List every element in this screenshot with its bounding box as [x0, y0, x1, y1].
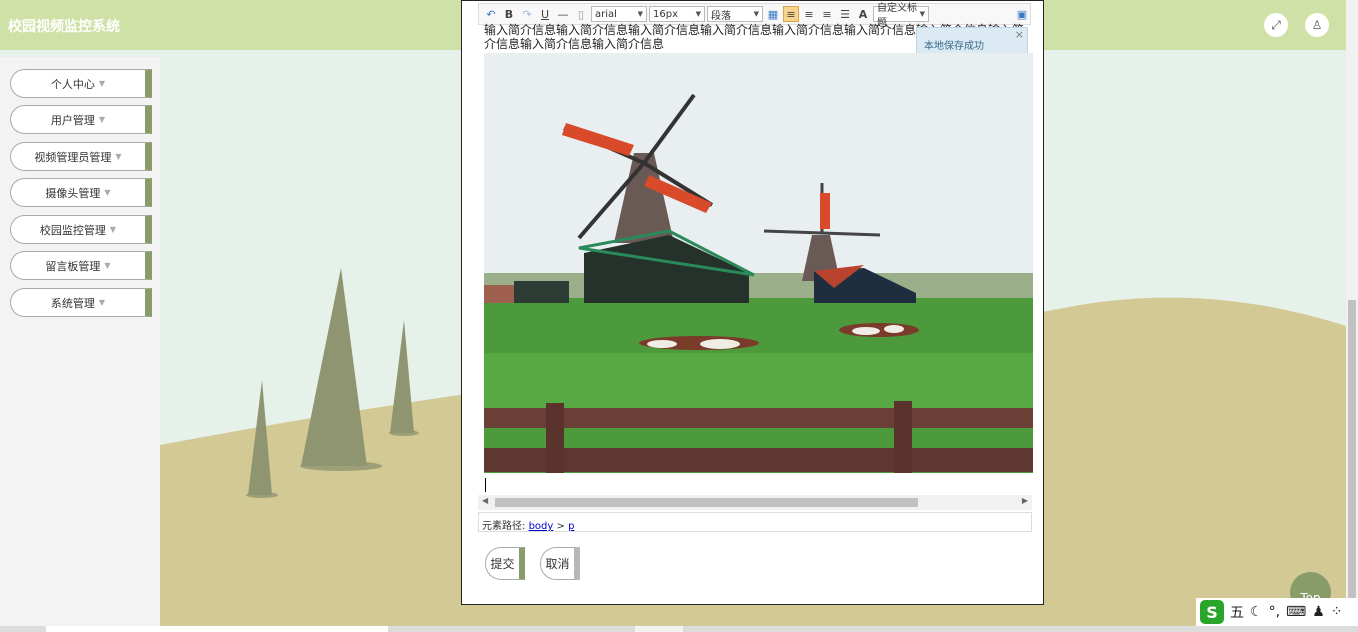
- redo-icon[interactable]: ↷: [519, 6, 535, 22]
- submit-button[interactable]: 提交: [485, 547, 525, 580]
- sidebar: 个人中心 ▼ 用户管理 ▼ 视频管理员管理 ▼ 摄像头管理 ▼ 校园监控管理 ▼ 留言板管…: [0, 57, 160, 632]
- sidebar-item-system[interactable]: 系统管理 ▼: [10, 288, 152, 317]
- paragraph-select[interactable]: 段落 ▼: [707, 6, 763, 22]
- editor-toolbar: ↶ B ↷ U — ▯ arial ▼ 16px ▼ 段落 ▼ ▦ ≡ ≡ ≡ ☰ A…: [478, 3, 1031, 29]
- undo-icon[interactable]: ↶: [483, 6, 499, 22]
- chevron-down-icon: ▼: [753, 10, 759, 18]
- sidebar-item-label: 摄像头管理: [45, 186, 101, 200]
- ime-mode[interactable]: 五: [1230, 602, 1244, 622]
- font-color-icon[interactable]: A: [855, 6, 871, 22]
- font-size-select[interactable]: 16px ▼: [649, 6, 705, 22]
- text-cursor: [485, 478, 486, 492]
- scrollbar-thumb[interactable]: [495, 498, 918, 507]
- sogou-logo-icon[interactable]: S: [1200, 600, 1224, 624]
- sidebar-item-label: 留言板管理: [45, 259, 101, 273]
- fullscreen-button[interactable]: ⤢: [1264, 13, 1288, 37]
- paragraph-value: 段落: [711, 10, 731, 22]
- path-label: 元素路径:: [482, 521, 526, 532]
- preview-icon[interactable]: ▣: [1014, 6, 1030, 22]
- caret-down-icon: ▼: [109, 225, 117, 234]
- ime-toolbar: S 五 ☾ °, ⌨ ♟ ⁘: [1196, 598, 1358, 626]
- sidebar-item-campus-monitor[interactable]: 校园监控管理 ▼: [10, 215, 152, 244]
- cancel-button[interactable]: 取消: [540, 547, 580, 580]
- custom-title-select[interactable]: 自定义标题 ▼: [873, 3, 929, 29]
- keyboard-icon[interactable]: ⌨: [1286, 604, 1306, 620]
- chevron-down-icon: ▼: [637, 10, 643, 18]
- sidebar-item-message-board[interactable]: 留言板管理 ▼: [10, 251, 152, 280]
- chevron-down-icon: ▼: [695, 10, 701, 18]
- windmill-image: [484, 53, 1033, 473]
- font-family-value: arial: [595, 8, 617, 20]
- scroll-right-icon[interactable]: ▶: [1022, 496, 1028, 505]
- document-icon[interactable]: ▯: [573, 6, 589, 22]
- element-path-bar: 元素路径: body > p: [478, 512, 1032, 532]
- toast-message: 本地保存成功: [924, 41, 984, 52]
- sidebar-item-video-admin[interactable]: 视频管理员管理 ▼: [10, 142, 152, 171]
- apps-icon[interactable]: ⁘: [1331, 604, 1343, 620]
- align-justify-icon[interactable]: ☰: [837, 6, 853, 22]
- sidebar-item-label: 用户管理: [50, 113, 95, 127]
- moon-icon[interactable]: ☾: [1250, 604, 1263, 620]
- page-scrollbar[interactable]: [1346, 0, 1358, 632]
- user-icon: ♙: [1311, 18, 1323, 32]
- punctuation-icon[interactable]: °,: [1269, 604, 1280, 620]
- sidebar-item-label: 系统管理: [50, 296, 95, 310]
- align-right-icon[interactable]: ≡: [801, 6, 817, 22]
- align-center-icon[interactable]: ≡: [819, 6, 835, 22]
- sidebar-item-label: 校园监控管理: [39, 223, 106, 237]
- caret-down-icon: ▼: [104, 188, 111, 197]
- path-body-link[interactable]: body: [529, 521, 554, 532]
- horizontal-rule-icon[interactable]: —: [555, 6, 571, 22]
- caret-down-icon: ▼: [104, 261, 111, 270]
- sidebar-item-label: 视频管理员管理: [34, 150, 112, 164]
- caret-down-icon: ▼: [98, 79, 106, 88]
- taskbar-segment: [46, 626, 388, 632]
- font-size-value: 16px: [653, 8, 678, 20]
- user-button[interactable]: ♙: [1305, 13, 1329, 37]
- sidebar-item-label: 个人中心: [50, 77, 95, 91]
- sidebar-item-personal-center[interactable]: 个人中心 ▼: [10, 69, 152, 98]
- bottom-taskbar-strip: [0, 626, 1358, 632]
- underline-button[interactable]: U: [537, 6, 553, 22]
- path-p-link[interactable]: p: [568, 521, 574, 532]
- bold-button[interactable]: B: [501, 6, 517, 22]
- caret-down-icon: ▼: [115, 152, 122, 161]
- close-icon[interactable]: ×: [1015, 28, 1024, 41]
- chevron-down-icon: ▼: [919, 10, 925, 18]
- taskbar-segment: [635, 626, 683, 632]
- scroll-left-icon[interactable]: ◀: [482, 496, 488, 505]
- person-icon[interactable]: ♟: [1312, 604, 1325, 620]
- caret-down-icon: ▼: [98, 298, 106, 307]
- align-left-icon[interactable]: ≡: [783, 6, 799, 22]
- expand-icon: ⤢: [1271, 17, 1281, 32]
- path-separator: >: [556, 521, 565, 532]
- caret-down-icon: ▼: [98, 115, 106, 124]
- sidebar-item-user-management[interactable]: 用户管理 ▼: [10, 105, 152, 134]
- scrollbar-thumb[interactable]: [1348, 300, 1356, 600]
- sidebar-item-camera-management[interactable]: 摄像头管理 ▼: [10, 178, 152, 207]
- table-icon[interactable]: ▦: [765, 6, 781, 22]
- font-family-select[interactable]: arial ▼: [591, 6, 647, 22]
- app-title: 校园视频监控系统: [8, 19, 120, 35]
- edit-form-card: ↶ B ↷ U — ▯ arial ▼ 16px ▼ 段落 ▼ ▦ ≡ ≡ ≡ ☰ A…: [461, 0, 1044, 605]
- editor-horizontal-scrollbar[interactable]: ◀ ▶: [478, 495, 1032, 510]
